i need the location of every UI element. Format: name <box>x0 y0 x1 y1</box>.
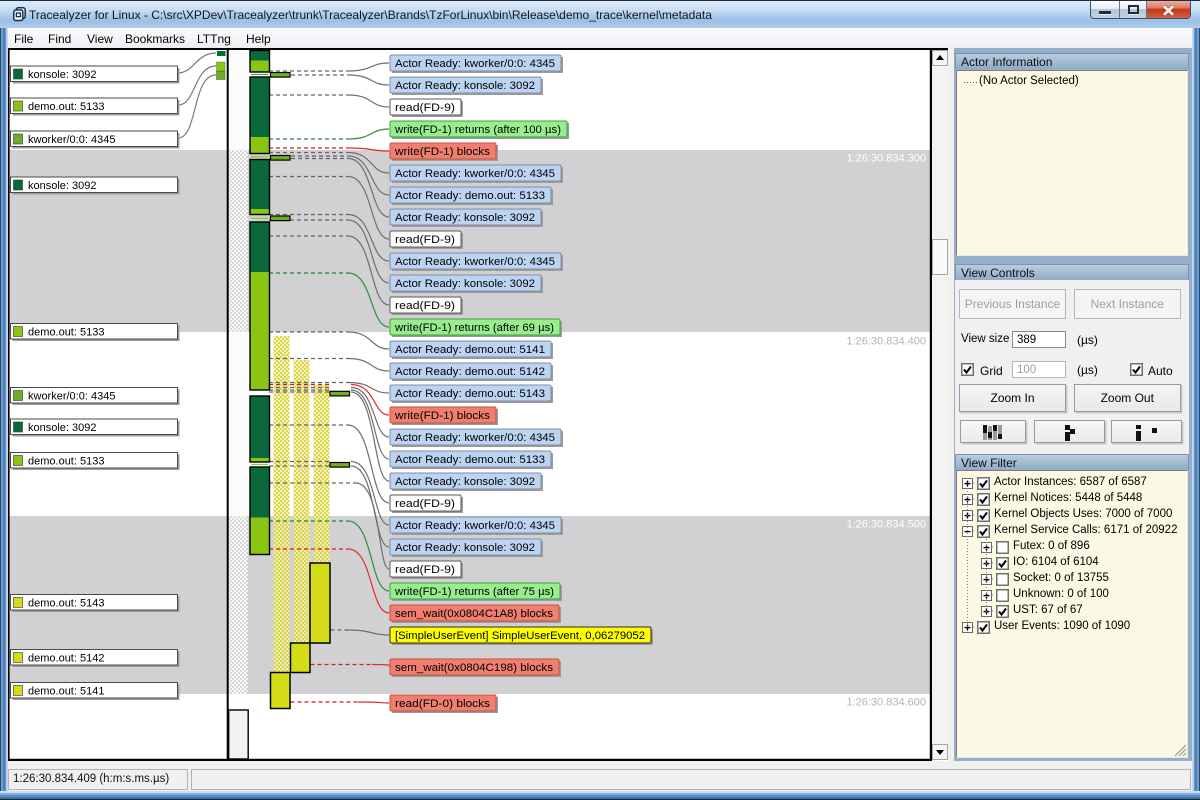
svg-text:kworker/0:0: 4345: kworker/0:0: 4345 <box>28 134 115 146</box>
svg-text:Actor Ready: konsole: 3092: Actor Ready: konsole: 3092 <box>395 212 535 224</box>
svg-text:1:26:30.834.300: 1:26:30.834.300 <box>846 153 926 165</box>
svg-text:write(FD-1) returns (after 69: write(FD-1) returns (after 69 µs) <box>394 322 554 334</box>
svg-text:konsole: 3092: konsole: 3092 <box>28 180 97 192</box>
svg-text:sem_wait(0x0804C1A8) blocks: sem_wait(0x0804C1A8) blocks <box>395 608 554 620</box>
svg-text:Actor Ready: demo.out: 5133: Actor Ready: demo.out: 5133 <box>395 190 545 202</box>
svg-text:demo.out: 5133: demo.out: 5133 <box>28 326 104 338</box>
svg-text:write(FD-1) blocks: write(FD-1) blocks <box>394 410 491 422</box>
svg-text:read(FD-9): read(FD-9) <box>395 498 455 510</box>
svg-text:Actor Ready: konsole: 3092: Actor Ready: konsole: 3092 <box>395 476 535 488</box>
svg-text:konsole: 3092: konsole: 3092 <box>28 422 97 434</box>
svg-text:1:26:30.834.400: 1:26:30.834.400 <box>846 336 926 348</box>
svg-text:Actor Ready: konsole: 3092: Actor Ready: konsole: 3092 <box>395 80 535 92</box>
svg-text:read(FD-9): read(FD-9) <box>395 102 455 114</box>
svg-text:Actor Ready: kworker/0:0: 4345: Actor Ready: kworker/0:0: 4345 <box>395 168 555 180</box>
svg-text:[SimpleUserEvent] SimpleUserEv: [SimpleUserEvent] SimpleUserEvent, 0,062… <box>395 630 645 642</box>
svg-text:1:26:30.834.600: 1:26:30.834.600 <box>846 697 926 709</box>
svg-text:konsole: 3092: konsole: 3092 <box>28 69 97 81</box>
svg-text:demo.out: 5141: demo.out: 5141 <box>28 685 104 697</box>
svg-text:Actor Ready: kworker/0:0: 4345: Actor Ready: kworker/0:0: 4345 <box>395 58 555 70</box>
svg-text:Actor Ready: demo.out: 5142: Actor Ready: demo.out: 5142 <box>395 366 545 378</box>
svg-text:Actor Ready: demo.out: 5141: Actor Ready: demo.out: 5141 <box>395 344 545 356</box>
svg-text:demo.out: 5133: demo.out: 5133 <box>28 455 104 467</box>
svg-text:Actor Ready: kworker/0:0: 4345: Actor Ready: kworker/0:0: 4345 <box>395 256 555 268</box>
svg-text:write(FD-1) returns (after 100: write(FD-1) returns (after 100 µs) <box>394 124 561 136</box>
svg-text:sem_wait(0x0804C198) blocks: sem_wait(0x0804C198) blocks <box>395 662 554 674</box>
svg-text:Actor Ready: kworker/0:0: 4345: Actor Ready: kworker/0:0: 4345 <box>395 432 555 444</box>
svg-text:Actor Ready: kworker/0:0: 4345: Actor Ready: kworker/0:0: 4345 <box>395 520 555 532</box>
svg-text:write(FD-1) returns (after 75: write(FD-1) returns (after 75 µs) <box>394 586 554 598</box>
svg-text:Actor Ready: demo.out: 5143: Actor Ready: demo.out: 5143 <box>395 388 545 400</box>
svg-text:write(FD-1) blocks: write(FD-1) blocks <box>394 146 491 158</box>
svg-text:read(FD-9): read(FD-9) <box>395 300 455 312</box>
svg-text:1:26:30.834.500: 1:26:30.834.500 <box>846 519 926 531</box>
svg-text:demo.out: 5143: demo.out: 5143 <box>28 597 104 609</box>
svg-text:demo.out: 5133: demo.out: 5133 <box>28 101 104 113</box>
svg-text:demo.out: 5142: demo.out: 5142 <box>28 652 104 664</box>
svg-text:Actor Ready: konsole: 3092: Actor Ready: konsole: 3092 <box>395 278 535 290</box>
svg-text:Actor Ready: demo.out: 5133: Actor Ready: demo.out: 5133 <box>395 454 545 466</box>
svg-text:read(FD-9): read(FD-9) <box>395 564 455 576</box>
svg-text:read(FD-9): read(FD-9) <box>395 234 455 246</box>
svg-text:kworker/0:0: 4345: kworker/0:0: 4345 <box>28 390 115 402</box>
svg-text:Actor Ready: konsole: 3092: Actor Ready: konsole: 3092 <box>395 542 535 554</box>
svg-text:read(FD-0) blocks: read(FD-0) blocks <box>395 698 491 710</box>
